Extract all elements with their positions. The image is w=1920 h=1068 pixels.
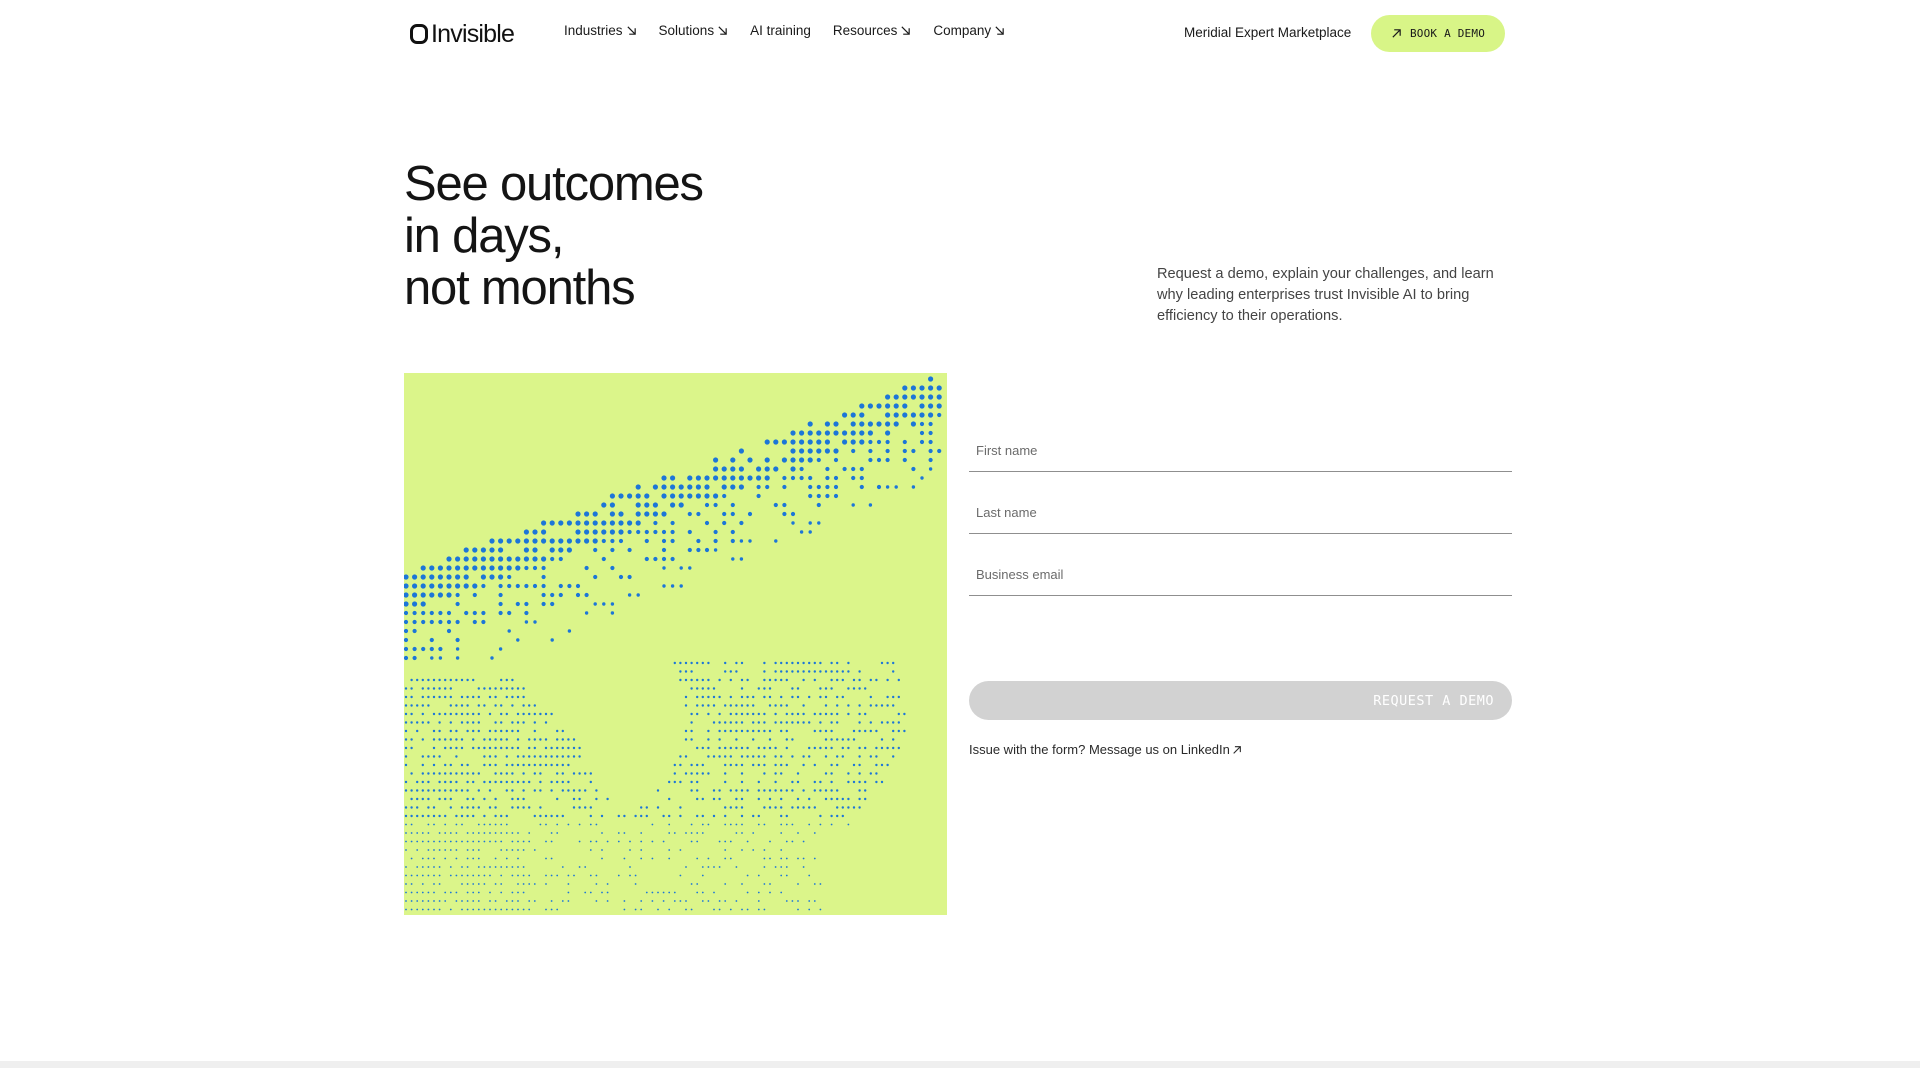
book-demo-label: BOOK A DEMO [1409, 27, 1486, 40]
arrow-up-right-icon [1392, 29, 1401, 38]
linkedin-link-label: Message us on LinkedIn [1088, 742, 1230, 757]
logo-mark-icon [410, 24, 428, 44]
marketplace-link[interactable]: Meridial Expert Marketplace [1184, 25, 1351, 40]
page-title: See outcomes in days, not months [404, 157, 704, 315]
arrow-down-right-icon [901, 26, 911, 35]
title-line: See outcomes [404, 157, 704, 211]
page-bottom-divider [0, 1061, 1920, 1068]
demo-request-form [969, 410, 1512, 596]
form-issue-note: Issue with the form? Message us on Linke… [969, 742, 1242, 757]
nav-item-ai-training[interactable]: AI training [750, 23, 811, 38]
nav-label: Industries [564, 23, 623, 38]
invisible-logo[interactable]: Invisible [410, 19, 515, 48]
nav-item-industries[interactable]: Industries [564, 23, 637, 38]
nav-item-solutions[interactable]: Solutions [659, 23, 729, 38]
main-nav: Industries Solutions AI training Resourc… [564, 23, 1005, 38]
title-line: not months [404, 261, 636, 315]
nav-item-company[interactable]: Company [933, 23, 1005, 38]
hero-description: Request a demo, explain your challenges,… [1157, 266, 1494, 324]
book-demo-button[interactable]: BOOK A DEMO [1371, 15, 1505, 52]
form-issue-text: Issue with the form? [969, 742, 1089, 757]
arrow-down-right-icon [718, 26, 727, 35]
business-email-input[interactable] [969, 534, 1512, 595]
nav-label: AI training [750, 23, 811, 38]
dot-pattern-illustration [404, 376, 942, 911]
nav-label: Company [933, 23, 992, 38]
nav-label: Resources [832, 23, 898, 38]
title-line: in days, [404, 209, 564, 263]
nav-label: Solutions [658, 23, 715, 38]
arrow-down-right-icon [995, 26, 1004, 35]
logo-text: Invisible [431, 19, 515, 48]
dot-pattern-artwork [404, 373, 947, 915]
last-name-input[interactable] [969, 472, 1512, 533]
arrow-up-right-icon [1233, 746, 1241, 754]
nav-item-resources[interactable]: Resources [833, 23, 912, 38]
first-name-input[interactable] [969, 410, 1512, 471]
linkedin-link[interactable]: Message us on LinkedIn [1089, 742, 1242, 757]
first-name-field-wrapper [969, 410, 1512, 472]
arrow-down-right-icon [626, 26, 636, 35]
email-field-wrapper [969, 534, 1512, 596]
request-demo-button[interactable]: REQUEST A DEMO [969, 681, 1512, 720]
last-name-field-wrapper [969, 472, 1512, 534]
site-header: Invisible Industries Solutions AI traini… [0, 0, 1920, 68]
